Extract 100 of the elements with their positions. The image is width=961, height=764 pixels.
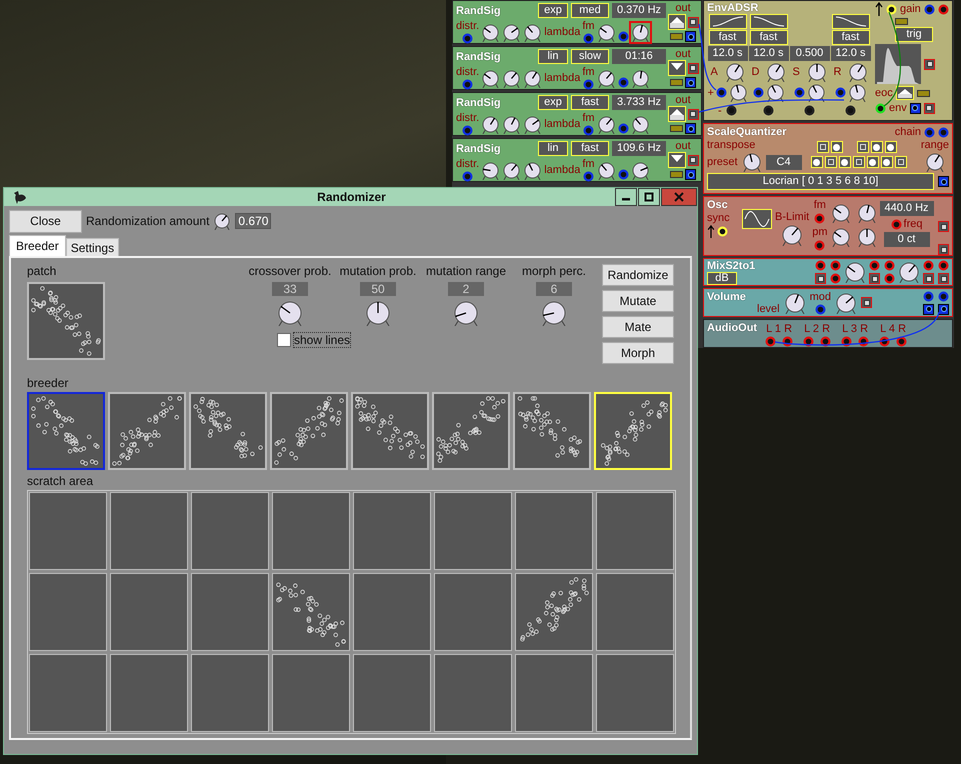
output-port[interactable] [688,16,698,28]
toggle-port[interactable] [861,297,872,308]
knob[interactable] [835,292,858,314]
sync-jack[interactable] [717,226,728,238]
knob[interactable] [502,68,522,88]
scale-key-toggle[interactable] [894,156,907,168]
trend-toggle[interactable] [896,86,914,100]
mode-selector[interactable]: lin [538,141,568,156]
trend-toggle[interactable] [668,152,686,168]
knob[interactable] [523,22,542,42]
output-port[interactable] [924,102,935,114]
action-button[interactable]: Randomize [602,264,674,286]
output-port[interactable] [685,77,696,88]
output-port[interactable] [688,62,698,74]
action-button[interactable]: Morph [602,342,674,364]
scale-key-toggle[interactable] [852,156,865,168]
knob[interactable] [848,62,868,82]
output-port[interactable] [688,108,698,120]
fm-jack[interactable] [814,213,826,224]
scratch-slot[interactable] [596,492,674,570]
show-lines-checkbox[interactable] [277,333,291,347]
input-jack[interactable] [938,4,949,14]
trigger-jack[interactable] [886,4,897,14]
output-port[interactable] [685,31,696,42]
curve-speed-selector[interactable]: fast [832,30,870,45]
input-jack[interactable] [869,260,880,272]
input-jack[interactable] [582,79,594,90]
input-jack[interactable] [938,260,949,272]
input-jack[interactable] [618,76,629,88]
knob[interactable] [781,224,804,246]
scale-key-toggle[interactable] [856,141,869,153]
input-jack[interactable] [462,33,474,44]
knob[interactable] [481,22,500,42]
input-jack[interactable] [462,171,474,182]
parameter-knob[interactable] [453,300,479,326]
chain-jack[interactable] [938,126,949,138]
scale-key-toggle[interactable] [866,156,879,168]
trend-toggle[interactable] [668,106,686,122]
input-jack[interactable] [923,260,934,272]
scale-preset-selector[interactable]: Locrian [ 0 1 3 5 6 8 10] [707,173,934,190]
knob[interactable] [481,114,500,134]
mod-jack[interactable] [716,87,726,98]
curve-speed-selector[interactable]: fast [750,30,788,45]
scratch-slot[interactable] [272,654,350,732]
parameter-knob[interactable] [541,300,567,326]
scale-key-toggle[interactable] [816,141,829,153]
trend-toggle[interactable] [668,60,686,76]
chain-jack[interactable] [924,126,935,138]
scale-key-toggle[interactable] [870,141,883,153]
knob[interactable] [766,62,786,82]
knob[interactable] [596,22,616,42]
scratch-slot[interactable] [596,654,674,732]
trigger-mode-selector[interactable]: trig [895,27,933,42]
scratch-slot[interactable] [191,654,269,732]
scratch-slot[interactable] [353,492,431,570]
scratch-slot[interactable] [596,573,674,651]
input-jack[interactable] [618,122,629,134]
mode-selector[interactable]: exp [538,3,568,18]
knob[interactable] [596,160,616,180]
scale-key-toggle[interactable] [880,156,893,168]
scratch-slot[interactable] [110,654,188,732]
falling-curve-icon[interactable] [750,14,788,29]
knob[interactable] [481,160,500,180]
input-jack[interactable] [884,273,895,284]
input-jack[interactable] [618,168,629,180]
knob[interactable] [502,22,522,42]
knob[interactable] [596,68,616,88]
knob[interactable] [898,261,920,284]
input-jack[interactable] [830,273,841,284]
parameter-knob[interactable] [277,300,303,326]
knob[interactable] [523,160,542,180]
scratch-slot[interactable] [434,573,512,651]
knob[interactable] [806,83,826,102]
output-jack[interactable] [841,336,852,347]
knob[interactable] [856,203,877,224]
knob[interactable] [630,114,650,134]
knob[interactable] [523,114,542,134]
knob[interactable] [724,62,744,82]
scale-key-toggle[interactable] [830,141,843,153]
input-jack[interactable] [462,125,474,136]
knob[interactable] [728,83,748,102]
output-port[interactable] [923,273,934,284]
knob[interactable] [523,68,542,88]
output-jack[interactable] [765,336,776,347]
scratch-slot[interactable] [515,654,593,732]
minimize-button[interactable] [615,188,637,206]
knob[interactable] [630,160,650,180]
scratch-slot[interactable] [29,492,107,570]
mod-jack[interactable] [845,105,856,116]
scratch-slot[interactable] [353,654,431,732]
output-jack[interactable] [896,336,908,347]
knob[interactable] [830,227,851,248]
curve-speed-selector[interactable]: fast [708,30,746,45]
knob[interactable] [784,292,806,314]
output-port[interactable] [685,123,696,134]
knob[interactable] [830,203,851,224]
scratch-slot[interactable] [353,573,431,651]
knob[interactable] [502,114,522,134]
knob[interactable] [844,261,866,284]
mode-selector[interactable]: exp [538,95,568,110]
